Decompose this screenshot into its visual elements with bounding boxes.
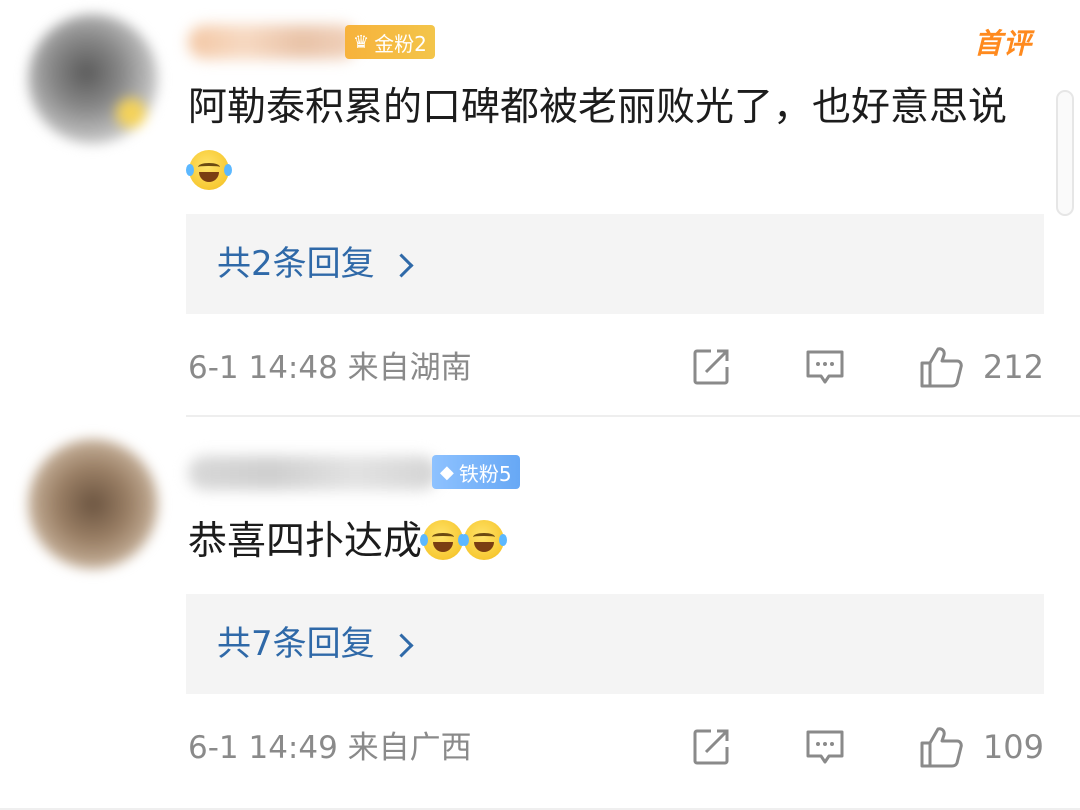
replies-count-label: 共2条回复: [217, 244, 375, 284]
fan-badge[interactable]: ♛ 金粉2: [345, 25, 435, 59]
fan-badge-label: 铁粉5: [458, 461, 512, 486]
view-replies-link[interactable]: 共7条回复: [217, 622, 414, 666]
laughing-emoji: [461, 520, 508, 560]
like-count: 212: [982, 348, 1044, 386]
share-icon: [693, 729, 729, 765]
comment-button[interactable]: [803, 725, 847, 769]
like-count: 109: [982, 728, 1044, 766]
chevron-right-icon: [389, 632, 414, 658]
avatar[interactable]: [28, 14, 158, 144]
chevron-right-icon: [389, 252, 414, 278]
username-blurred[interactable]: [188, 456, 438, 490]
comment-text: 恭喜四扑达成: [188, 510, 1040, 574]
comment-actions: 212: [689, 343, 1044, 391]
share-icon: [693, 349, 729, 385]
comment-item: ◆ 铁粉5 恭喜四扑达成 共7条回复 6-1 14:49 来自广西 109: [0, 417, 1080, 809]
comment-text: 阿勒泰积累的口碑都被老丽败光了，也好意思说: [186, 76, 1040, 204]
comment-meta: 6-1 14:49 来自广西: [188, 730, 472, 766]
view-replies-link[interactable]: 共2条回复: [217, 242, 414, 286]
username-blurred[interactable]: [188, 25, 358, 59]
comment-button[interactable]: [803, 345, 847, 389]
reply-preview-box[interactable]: 共7条回复: [186, 594, 1044, 694]
thumbs-up-icon: [920, 347, 963, 388]
reply-preview-box[interactable]: 共2条回复: [186, 214, 1044, 314]
share-button[interactable]: [689, 725, 733, 769]
replies-count-label: 共7条回复: [217, 624, 375, 664]
crown-icon: ♛: [353, 31, 370, 53]
avatar[interactable]: [28, 439, 158, 569]
comment-icon: [806, 350, 844, 384]
first-comment-tag: 首评: [973, 27, 1032, 60]
like-button[interactable]: 212: [917, 343, 1044, 391]
comment-item: ♛ 金粉2 首评 阿勒泰积累的口碑都被老丽败光了，也好意思说 共2条回复 6-1…: [0, 0, 1080, 415]
share-button[interactable]: [689, 345, 733, 389]
scrollbar[interactable]: [1056, 90, 1074, 216]
like-button[interactable]: 109: [917, 723, 1044, 771]
laughing-emoji: [420, 520, 467, 560]
diamond-icon: ◆: [440, 461, 454, 483]
comment-meta: 6-1 14:48 来自湖南: [188, 350, 472, 386]
thumbs-up-icon: [920, 727, 963, 768]
fan-badge-label: 金粉2: [374, 31, 427, 56]
comment-actions: 109: [689, 723, 1044, 771]
comment-icon: [806, 730, 844, 764]
crying-laughing-emoji: [186, 150, 232, 190]
fan-badge[interactable]: ◆ 铁粉5: [432, 455, 520, 489]
